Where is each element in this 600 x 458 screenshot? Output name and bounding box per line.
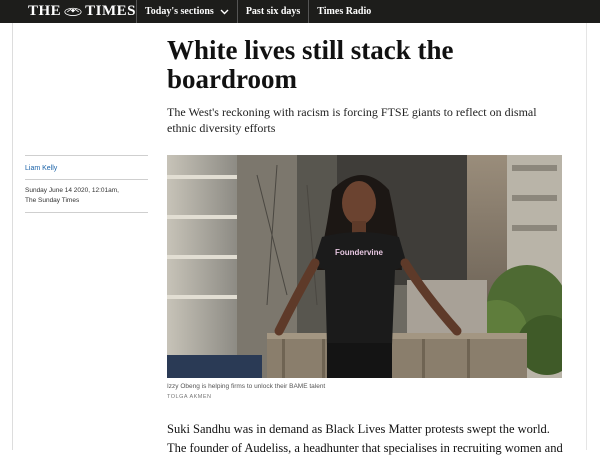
nav-past-six-days-label: Past six days [245,6,301,17]
nav-todays-sections-label: Today's sections [145,6,214,17]
photo-credit: TOLGA AKMEN [167,394,212,400]
byline: Liam Kelly Sunday June 14 2020, 12:01am,… [25,155,148,213]
publication-name: The Sunday Times [25,197,80,204]
article-photo[interactable]: Foundervine [167,155,562,378]
nav-todays-sections[interactable]: Today's sections [136,0,237,23]
nav-times-radio-label: Times Radio [317,6,372,17]
logo-text-the: THE [28,3,62,19]
logo-text-times: TIMES [85,3,136,19]
publish-date: Sunday June 14 2020, 12:01am, [25,187,119,194]
top-navigation-bar: THE TIMES Today's sections Past six days… [0,0,600,23]
crest-icon [64,7,82,16]
page-left-border [12,23,13,450]
article-body: Suki Sandhu was in demand as Black Lives… [167,422,563,455]
author-link[interactable]: Liam Kelly [25,156,148,179]
byline-bottom-rule [25,212,148,213]
shirt-logo-text: Foundervine [335,248,384,257]
nav-times-radio[interactable]: Times Radio [308,0,379,23]
page-right-border [586,23,587,450]
nav-past-six-days[interactable]: Past six days [236,0,308,23]
chevron-down-icon [220,7,229,17]
times-logo[interactable]: THE TIMES [0,3,136,20]
photo-caption: Izzy Obeng is helping firms to unlock th… [167,383,326,390]
article-photo-illustration: Foundervine [167,155,562,378]
dateline: Sunday June 14 2020, 12:01am, The Sunday… [25,180,148,212]
article-headline: White lives still stack the boardroom [167,35,454,94]
article-standfirst: The West's reckoning with racism is forc… [167,105,537,135]
